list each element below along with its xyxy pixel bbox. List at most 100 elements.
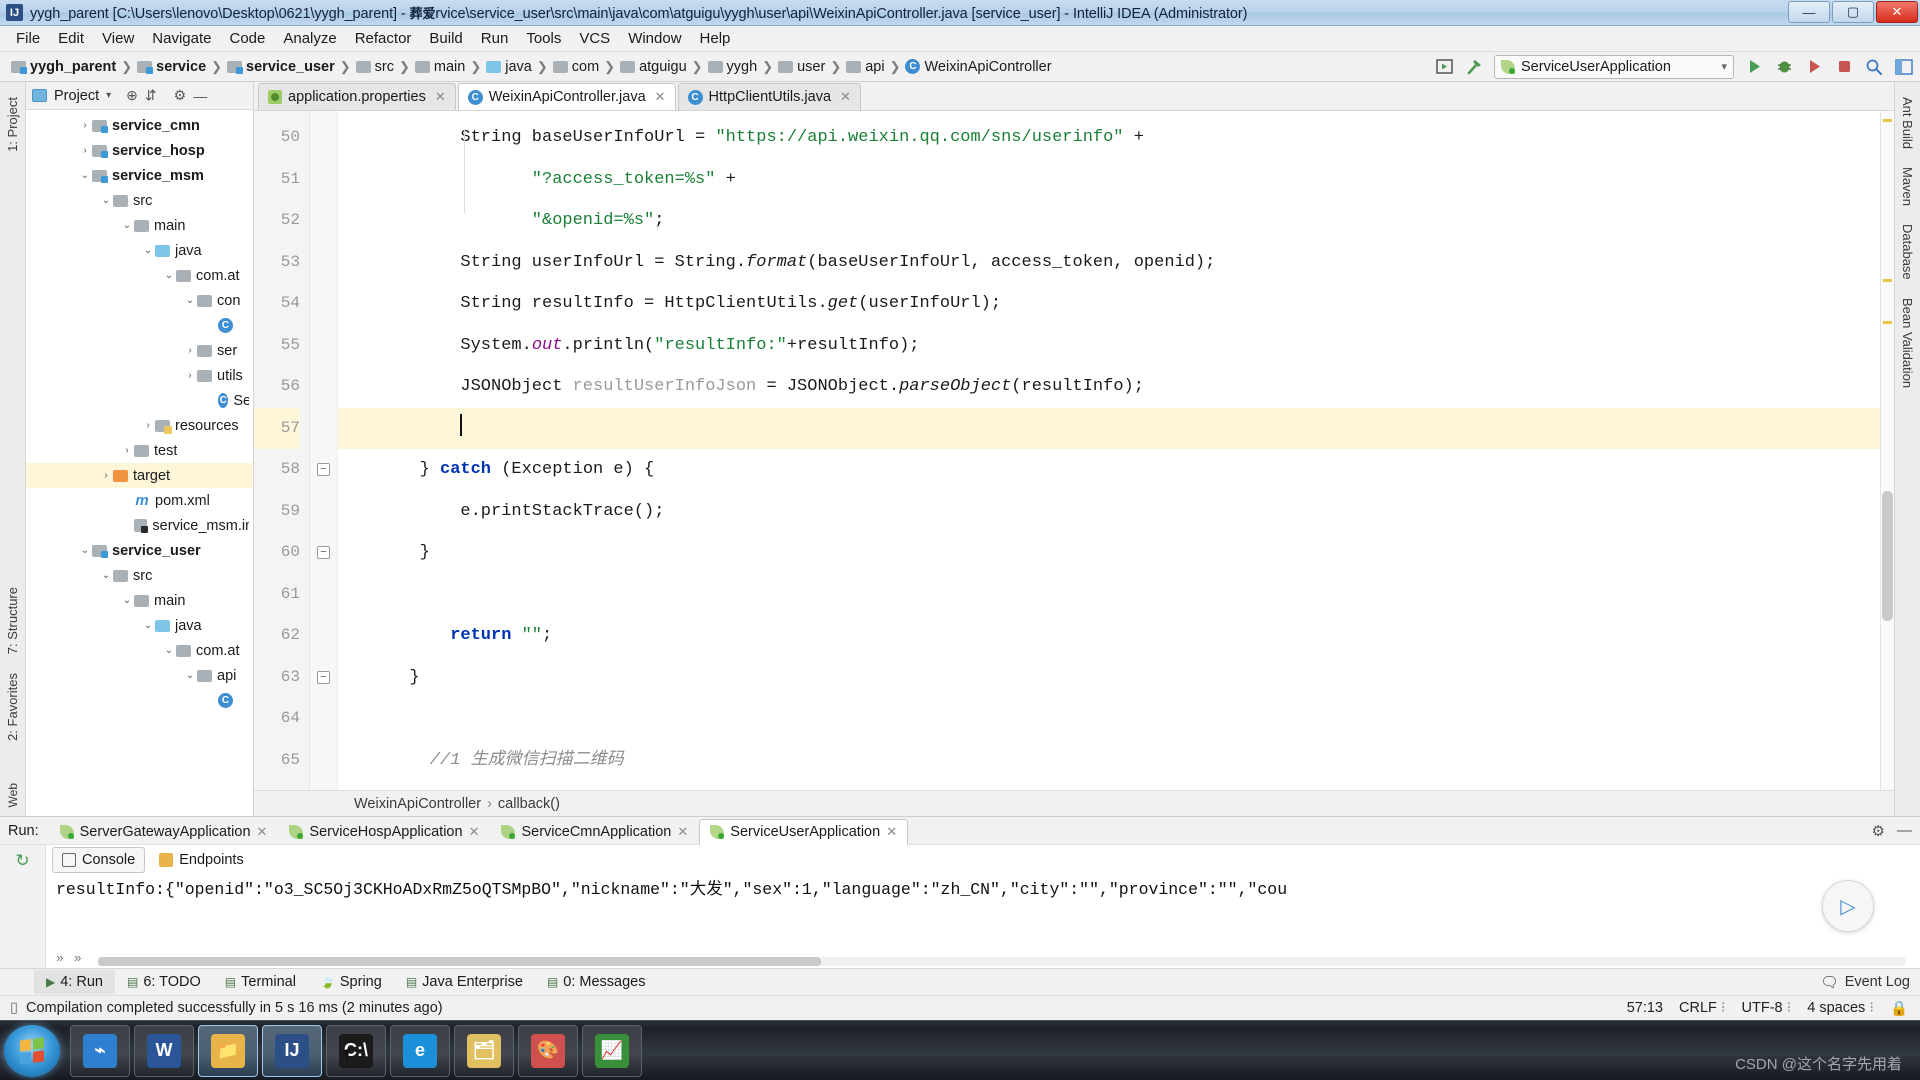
tree-item-service-hosp[interactable]: › service_hosp	[26, 138, 253, 163]
sidebar-item-web[interactable]: Web	[3, 774, 23, 816]
code-text-area[interactable]: String baseUserInfoUrl = "https://api.we…	[338, 111, 1894, 790]
close-icon[interactable]: ✕	[677, 824, 688, 840]
chevron-down-icon[interactable]: ⌄	[78, 545, 92, 556]
menu-build[interactable]: Build	[420, 27, 471, 50]
chevron-down-icon[interactable]: ⌄	[99, 195, 113, 206]
intellij-taskbar-icon[interactable]: IJ	[262, 1024, 322, 1077]
chevron-down-icon[interactable]: ▾	[106, 90, 111, 101]
tree-item-api[interactable]: ⌄ api	[26, 663, 253, 688]
console-horizontal-scrollbar[interactable]	[98, 957, 1906, 966]
bottom-tab-0-messages[interactable]: ▤ 0: Messages	[535, 970, 658, 994]
settings-gear-icon[interactable]: ⚙	[1872, 822, 1885, 840]
chevron-down-icon[interactable]: ⌄	[162, 270, 176, 281]
tree-item-service-msm-iml[interactable]: service_msm.iml	[26, 513, 253, 538]
menu-file[interactable]: File	[7, 27, 49, 50]
chevron-right-icon[interactable]: ›	[78, 120, 92, 131]
run-with-coverage-icon[interactable]	[1804, 57, 1824, 77]
breadcrumb-method[interactable]: callback()	[498, 796, 560, 812]
floating-action-ball[interactable]: ▷	[1822, 880, 1874, 932]
sidebar-item-ant-build[interactable]: Ant Build	[1897, 88, 1918, 158]
chevron-right-icon[interactable]: ›	[78, 145, 92, 156]
menu-view[interactable]: View	[93, 27, 143, 50]
breadcrumb-item-api[interactable]: api	[843, 59, 887, 75]
sidebar-item-database[interactable]: Database	[1897, 215, 1918, 289]
scrollbar-thumb[interactable]	[98, 957, 822, 966]
tree-item-main[interactable]: ⌄ main	[26, 588, 253, 613]
tree-item-src[interactable]: ⌄ src	[26, 188, 253, 213]
tree-item-main[interactable]: ⌄ main	[26, 213, 253, 238]
chevron-right-icon[interactable]: ›	[183, 345, 197, 356]
chevron-down-icon[interactable]: ⌄	[183, 295, 197, 306]
chevron-down-icon[interactable]: ⌄	[183, 670, 197, 681]
run-anything-icon[interactable]	[1434, 57, 1454, 77]
tree-item-com-at[interactable]: ⌄ com.at	[26, 263, 253, 288]
tree-item-service-msm[interactable]: ⌄ service_msm	[26, 163, 253, 188]
chevron-down-icon[interactable]: ⌄	[120, 220, 134, 231]
warning-marker[interactable]	[1883, 321, 1892, 324]
tree-item-target[interactable]: › target	[26, 463, 253, 488]
tree-item[interactable]: C	[26, 313, 253, 338]
windows-start-icon[interactable]	[4, 1024, 60, 1077]
run-subtab-console[interactable]: Console	[52, 847, 146, 873]
bottom-tab-spring[interactable]: 🍃 Spring	[308, 970, 394, 994]
run-tab-servergatewayapplication[interactable]: ServerGatewayApplication ✕	[49, 819, 279, 845]
explorer-taskbar-icon[interactable]: 📁	[198, 1024, 258, 1077]
menu-navigate[interactable]: Navigate	[143, 27, 220, 50]
tree-item-service-cmn[interactable]: › service_cmn	[26, 113, 253, 138]
tree-item-src[interactable]: ⌄ src	[26, 563, 253, 588]
close-icon[interactable]: ✕	[840, 89, 851, 105]
lock-icon[interactable]: 🔒	[1890, 1000, 1908, 1017]
breadcrumb-item-main[interactable]: main	[412, 59, 468, 75]
menu-tools[interactable]: Tools	[517, 27, 570, 50]
event-log-button[interactable]: 🗨 Event Log	[1820, 974, 1910, 991]
close-icon[interactable]: ✕	[655, 89, 666, 105]
chevron-right-icon[interactable]: ›	[141, 420, 155, 431]
breadcrumb-item-weixinapicontroller[interactable]: C WeixinApiController	[902, 59, 1054, 75]
breadcrumb-item-com[interactable]: com	[550, 59, 602, 75]
chevron-down-icon[interactable]: ⌄	[99, 570, 113, 581]
vscode-taskbar-icon[interactable]: ⌁	[70, 1024, 130, 1077]
layout-icon[interactable]	[1894, 57, 1914, 77]
tree-item[interactable]: C	[26, 688, 253, 713]
search-everywhere-icon[interactable]	[1864, 57, 1884, 77]
editor-tab-weixinapicontroller-java[interactable]: C WeixinApiController.java ✕	[457, 83, 676, 110]
indent-setting[interactable]: 4 spaces ⁝	[1807, 1000, 1874, 1016]
chevron-down-icon[interactable]: ⌄	[162, 645, 176, 656]
editor-tab-httpclientutils-java[interactable]: C HttpClientUtils.java ✕	[677, 83, 861, 110]
tree-item-ser[interactable]: › ser	[26, 338, 253, 363]
sidebar-item-maven[interactable]: Maven	[1897, 158, 1918, 215]
build-hammer-icon[interactable]	[1464, 57, 1484, 77]
breadcrumb-item-java[interactable]: java	[483, 59, 535, 75]
ie-taskbar-icon[interactable]: e	[390, 1024, 450, 1077]
breadcrumb-item-atguigu[interactable]: atguigu	[617, 59, 690, 75]
menu-run[interactable]: Run	[472, 27, 518, 50]
breadcrumb-item-service[interactable]: service	[134, 59, 209, 75]
sidebar-item-bean-validation[interactable]: Bean Validation	[1897, 289, 1918, 397]
stop-icon[interactable]	[1834, 57, 1854, 77]
run-tab-servicehospapplication[interactable]: ServiceHospApplication ✕	[278, 819, 490, 845]
console-nav-chevrons[interactable]: »»	[56, 951, 82, 966]
run-configuration-selector[interactable]: ServiceUserApplication ▾	[1494, 54, 1734, 79]
tree-item-resources[interactable]: › resources	[26, 413, 253, 438]
fold-toggle-icon[interactable]: −	[317, 670, 330, 684]
close-icon[interactable]: ✕	[257, 824, 268, 840]
tree-item-test[interactable]: › test	[26, 438, 253, 463]
maximize-button[interactable]: ▢	[1832, 1, 1874, 23]
line-separator[interactable]: CRLF ⁝	[1679, 1000, 1726, 1016]
chart-taskbar-icon[interactable]: 📈	[582, 1024, 642, 1077]
chevron-down-icon[interactable]: ⌄	[141, 245, 155, 256]
hide-panel-icon[interactable]: —	[1897, 822, 1912, 839]
minimize-button[interactable]: —	[1788, 1, 1830, 23]
close-button[interactable]: ✕	[1876, 1, 1918, 23]
menu-window[interactable]: Window	[619, 27, 690, 50]
editor-tab-application-properties[interactable]: application.properties ✕	[258, 83, 456, 110]
bottom-tab-6-todo[interactable]: ▤ 6: TODO	[115, 970, 213, 994]
tree-item-com-at[interactable]: ⌄ com.at	[26, 638, 253, 663]
warning-marker[interactable]	[1883, 279, 1892, 282]
menu-edit[interactable]: Edit	[49, 27, 93, 50]
chevron-right-icon[interactable]: ›	[120, 445, 134, 456]
menu-help[interactable]: Help	[691, 27, 740, 50]
menu-refactor[interactable]: Refactor	[346, 27, 421, 50]
code-folding-column[interactable]: − − −	[310, 111, 338, 790]
run-tab-serviceuserapplication[interactable]: ServiceUserApplication ✕	[699, 818, 909, 845]
